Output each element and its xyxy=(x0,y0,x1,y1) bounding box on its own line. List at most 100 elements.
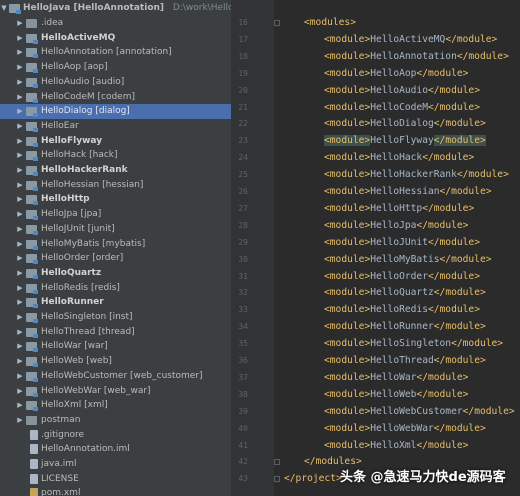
code-line[interactable]: <module>HelloFlyway</module> xyxy=(324,133,486,149)
chevron-right-icon[interactable]: ▶ xyxy=(16,339,24,354)
tree-folder-item[interactable]: ▶ HelloSingleton [inst] xyxy=(0,310,231,325)
code-line[interactable]: <module>HelloWar</module> xyxy=(324,370,468,386)
code-line[interactable]: <module>HelloAop</module> xyxy=(324,66,468,82)
code-line[interactable]: <module>HelloXml</module> xyxy=(324,438,468,454)
tree-folder-item[interactable]: ▶ .idea xyxy=(0,16,231,31)
tag-text: HelloJUnit xyxy=(370,236,428,248)
code-line[interactable]: <module>HelloCodeM</module> xyxy=(324,100,480,116)
code-line[interactable]: <module>HelloAudio</module> xyxy=(324,83,480,99)
chevron-right-icon[interactable]: ▶ xyxy=(16,148,24,163)
code-line[interactable]: <module>HelloJUnit</module> xyxy=(324,235,480,251)
chevron-right-icon[interactable]: ▶ xyxy=(16,266,24,281)
chevron-right-icon[interactable]: ▶ xyxy=(16,31,24,46)
chevron-right-icon[interactable]: ▶ xyxy=(16,60,24,75)
tree-folder-item[interactable]: ▶ HelloWebWar [web_war] xyxy=(0,384,231,399)
chevron-right-icon[interactable]: ▶ xyxy=(16,295,24,310)
chevron-right-icon[interactable]: ▶ xyxy=(16,251,24,266)
tree-file-item[interactable]: .gitignore xyxy=(0,428,231,443)
code-line[interactable]: <module>HelloDialog</module> xyxy=(324,116,486,132)
tree-file-item[interactable]: java.iml xyxy=(0,457,231,472)
open-tag: <module> xyxy=(324,439,371,451)
tree-folder-item[interactable]: ▶ HelloJpa [jpa] xyxy=(0,207,231,222)
code-line[interactable]: <module>HelloActiveMQ</module> xyxy=(324,32,497,48)
code-line[interactable]: <module>HelloHack</module> xyxy=(324,150,474,166)
tree-folder-item[interactable]: ▶ HelloHessian [hessian] xyxy=(0,178,231,193)
chevron-right-icon[interactable]: ▶ xyxy=(16,45,24,60)
code-line[interactable]: <module>HelloJpa</module> xyxy=(324,218,468,234)
chevron-right-icon[interactable]: ▶ xyxy=(16,369,24,384)
chevron-right-icon[interactable]: ▶ xyxy=(16,325,24,340)
code-line[interactable]: <module>HelloOrder</module> xyxy=(324,269,480,285)
fold-marker-icon[interactable] xyxy=(274,459,280,466)
code-line[interactable]: <module>HelloThread</module> xyxy=(324,353,486,369)
tree-folder-item[interactable]: ▶ HelloWar [war] xyxy=(0,339,231,354)
chevron-right-icon[interactable]: ▶ xyxy=(16,134,24,149)
tree-folder-item[interactable]: ▶ HelloAnnotation [annotation] xyxy=(0,45,231,60)
code-line[interactable]: <module>HelloHessian</module> xyxy=(324,184,492,200)
tree-folder-item[interactable]: ▶ HelloJUnit [junit] xyxy=(0,222,231,237)
code-line[interactable]: <module>HelloWebWar</module> xyxy=(324,421,486,437)
tree-folder-item[interactable]: ▶ HelloRedis [redis] xyxy=(0,281,231,296)
code-line[interactable]: <module>HelloWebCustomer</module> xyxy=(324,404,515,420)
chevron-right-icon[interactable]: ▶ xyxy=(16,16,24,31)
code-editor[interactable]: <modules> <module>HelloActiveMQ</module> <… xyxy=(280,0,520,496)
tree-folder-item[interactable]: ▶ HelloQuartz xyxy=(0,266,231,281)
code-line[interactable]: <module>HelloHackerRank</module> xyxy=(324,167,509,183)
code-line[interactable]: <module>HelloWeb</module> xyxy=(324,387,468,403)
tree-folder-item[interactable]: ▶ HelloHack [hack] xyxy=(0,148,231,163)
chevron-right-icon[interactable]: ▶ xyxy=(16,163,24,178)
chevron-right-icon[interactable]: ▶ xyxy=(16,178,24,193)
chevron-down-icon[interactable]: ▼ xyxy=(0,1,8,16)
tree-folder-item[interactable]: ▶ HelloAop [aop] xyxy=(0,60,231,75)
chevron-right-icon[interactable]: ▶ xyxy=(16,119,24,134)
tag-text: HelloAnnotation xyxy=(370,50,457,62)
code-line[interactable]: <module>HelloAnnotation</module> xyxy=(324,49,509,65)
code-line[interactable]: <module>HelloQuartz</module> xyxy=(324,285,486,301)
tree-folder-item[interactable]: ▶ postman xyxy=(0,413,231,428)
fold-marker-icon[interactable] xyxy=(274,476,280,483)
tree-file-item[interactable]: pom.xml xyxy=(0,486,231,496)
tree-folder-item[interactable]: ▶ HelloCodeM [codem] xyxy=(0,90,231,105)
tree-folder-item[interactable]: ▶ HelloActiveMQ xyxy=(0,31,231,46)
code-line[interactable]: <module>HelloMyBatis</module> xyxy=(324,252,492,268)
tree-file-item[interactable]: HelloAnnotation.iml xyxy=(0,442,231,457)
chevron-right-icon[interactable]: ▶ xyxy=(16,207,24,222)
chevron-right-icon[interactable]: ▶ xyxy=(16,354,24,369)
tree-folder-item[interactable]: ▶ HelloWeb [web] xyxy=(0,354,231,369)
tree-folder-item[interactable]: ▶ HelloFlyway xyxy=(0,134,231,149)
tree-folder-item[interactable]: ▶ HelloHackerRank xyxy=(0,163,231,178)
line-number: 29 xyxy=(238,237,248,247)
tree-folder-item[interactable]: ▶ HelloAudio [audio] xyxy=(0,75,231,90)
code-line[interactable]: <module>HelloHttp</module> xyxy=(324,201,474,217)
tree-folder-item[interactable]: ▶ HelloEar xyxy=(0,119,231,134)
tree-folder-item[interactable]: ▶ HelloOrder [order] xyxy=(0,251,231,266)
code-line[interactable]: </project> xyxy=(284,471,342,487)
chevron-right-icon[interactable]: ▶ xyxy=(16,281,24,296)
chevron-right-icon[interactable]: ▶ xyxy=(16,310,24,325)
tree-file-item[interactable]: LICENSE xyxy=(0,472,231,487)
chevron-right-icon[interactable]: ▶ xyxy=(16,237,24,252)
chevron-right-icon[interactable]: ▶ xyxy=(16,192,24,207)
line-number: 16 xyxy=(238,18,248,27)
code-line[interactable]: <module>HelloRedis</module> xyxy=(324,302,480,318)
tree-folder-item[interactable]: ▶ HelloWebCustomer [web_customer] xyxy=(0,369,231,384)
chevron-right-icon[interactable]: ▶ xyxy=(16,104,24,119)
chevron-right-icon[interactable]: ▶ xyxy=(16,384,24,399)
code-line[interactable]: <module>HelloRunner</module> xyxy=(324,319,486,335)
chevron-right-icon[interactable]: ▶ xyxy=(16,90,24,105)
tree-folder-item[interactable]: ▶ HelloMyBatis [mybatis] xyxy=(0,237,231,252)
chevron-right-icon[interactable]: ▶ xyxy=(16,413,24,428)
chevron-right-icon[interactable]: ▶ xyxy=(16,75,24,90)
fold-marker-icon[interactable] xyxy=(274,20,280,26)
tree-folder-item[interactable]: ▶ HelloThread [thread] xyxy=(0,325,231,340)
tree-folder-item[interactable]: ▶ HelloHttp xyxy=(0,192,231,207)
tree-folder-item[interactable]: ▶ HelloXml [xml] xyxy=(0,398,231,413)
chevron-right-icon[interactable]: ▶ xyxy=(16,222,24,237)
open-tag: <module> xyxy=(324,355,371,366)
project-root[interactable]: ▼ HelloJava [HelloAnnotation] D:\work\He… xyxy=(0,1,231,16)
code-line[interactable]: <modules> xyxy=(304,15,356,31)
tree-folder-item[interactable]: ▶ HelloDialog [dialog] xyxy=(0,104,231,120)
chevron-right-icon[interactable]: ▶ xyxy=(16,398,24,413)
tree-folder-item[interactable]: ▶ HelloRunner xyxy=(0,295,231,310)
code-line[interactable]: <module>HelloSingleton</module> xyxy=(324,336,503,352)
